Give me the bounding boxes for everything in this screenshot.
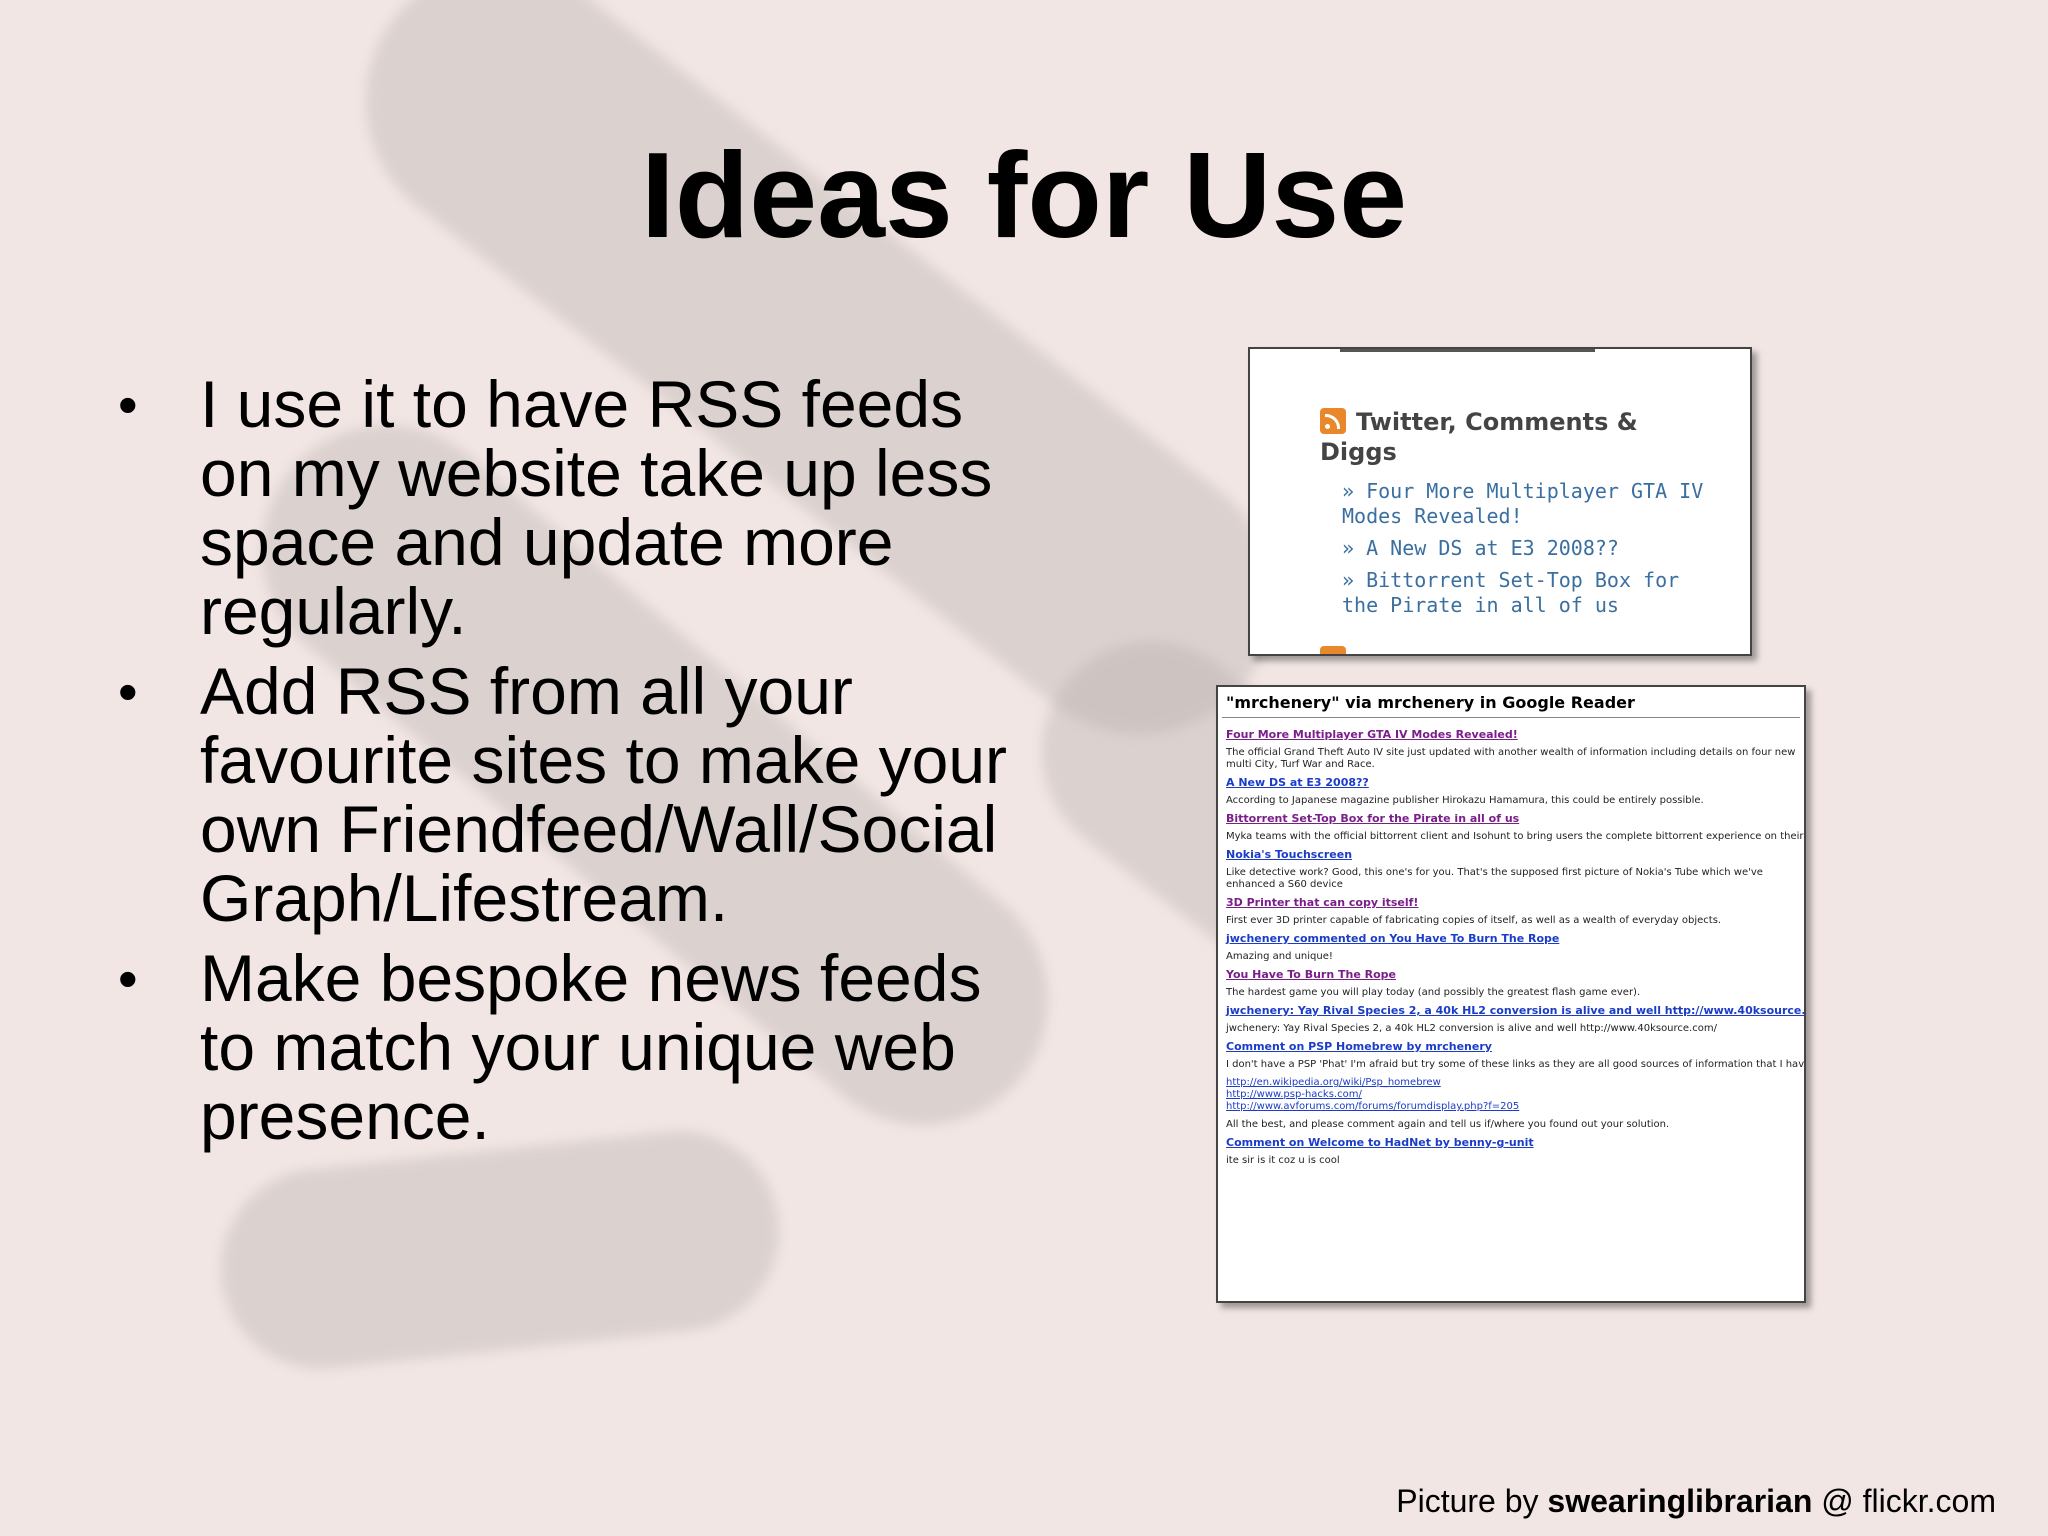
entry-link: http://www.avforums.com/forums/forumdisp… <box>1226 1101 1520 1112</box>
widget-items: » Four More Multiplayer GTA IV Modes Rev… <box>1342 479 1722 625</box>
bullet-item: • Add RSS from all your favourite sites … <box>118 657 1038 933</box>
rss-feed-icon <box>1320 408 1346 434</box>
widget-item: » Bittorrent Set-Top Box for the Pirate … <box>1342 568 1680 617</box>
entry-title: You Have To Burn The Rope <box>1226 968 1396 981</box>
bullet-text: Make bespoke news feeds to match your un… <box>200 941 982 1153</box>
entry-body: jwchenery: Yay Rival Species 2, a 40k HL… <box>1226 1023 1717 1034</box>
reader-title: "mrchenery" via mrchenery in Google Read… <box>1226 693 1635 712</box>
entry-title: A New DS at E3 2008?? <box>1226 776 1369 789</box>
bullet-item: • Make bespoke news feeds to match your … <box>118 944 1038 1151</box>
entry-body: Myka teams with the official bittorrent … <box>1226 831 1806 842</box>
entry-title: 3D Printer that can copy itself! <box>1226 896 1419 909</box>
rss-feed-icon <box>1320 646 1346 654</box>
entry-body: The official Grand Theft Auto IV site ju… <box>1226 747 1796 770</box>
widget-heading: Twitter, Comments & Diggs <box>1320 407 1680 467</box>
slide-title: Ideas for Use <box>640 127 1408 263</box>
entry-body: ite sir is it coz u is cool <box>1226 1155 1340 1166</box>
entry-link: http://en.wikipedia.org/wiki/Psp_homebre… <box>1226 1077 1441 1088</box>
entry-link: http://www.psp-hacks.com/ <box>1226 1089 1362 1100</box>
entry-title: Comment on Welcome to HadNet by benny-g-… <box>1226 1136 1534 1149</box>
entry-body: I don't have a PSP 'Phat' I'm afraid but… <box>1226 1059 1806 1070</box>
entry-body: The hardest game you will play today (an… <box>1226 987 1641 998</box>
entry-title: Comment on PSP Homebrew by mrchenery <box>1226 1040 1492 1053</box>
entry-title: jwchenery commented on You Have To Burn … <box>1226 932 1560 945</box>
entry-title: jwchenery: Yay Rival Species 2, a 40k HL… <box>1226 1004 1806 1017</box>
divider <box>1340 349 1595 352</box>
entry-body: Like detective work? Good, this one's fo… <box>1226 867 1763 890</box>
rss-widget-screenshot: Twitter, Comments & Diggs » Four More Mu… <box>1248 347 1752 656</box>
entry-body: According to Japanese magazine publisher… <box>1226 795 1704 806</box>
bullet-marker: • <box>118 947 138 1010</box>
bullet-list: • I use it to have RSS feeds on my websi… <box>118 370 1038 1162</box>
picture-credit: Picture by swearinglibrarian @ flickr.co… <box>1396 1483 1996 1520</box>
reader-entries: Four More Multiplayer GTA IV Modes Revea… <box>1226 723 1806 1172</box>
entry-body: All the best, and please comment again a… <box>1226 1119 1670 1130</box>
entry-body: Amazing and unique! <box>1226 951 1333 962</box>
divider <box>1222 717 1800 718</box>
entry-links: http://en.wikipedia.org/wiki/Psp_homebre… <box>1226 1077 1804 1113</box>
bullet-marker: • <box>118 373 138 436</box>
bullet-text: I use it to have RSS feeds on my website… <box>200 367 993 648</box>
entry-title: Bittorrent Set-Top Box for the Pirate in… <box>1226 812 1520 825</box>
widget-item: » A New DS at E3 2008?? <box>1342 536 1619 560</box>
widget-item: » Four More Multiplayer GTA IV Modes Rev… <box>1342 479 1704 528</box>
widget-heading-text: Twitter, Comments & Diggs <box>1320 408 1638 466</box>
credit-suffix: @ flickr.com <box>1812 1483 1996 1519</box>
entry-title: Nokia's Touchscreen <box>1226 848 1353 861</box>
google-reader-screenshot: "mrchenery" via mrchenery in Google Read… <box>1216 685 1806 1303</box>
bullet-text: Add RSS from all your favourite sites to… <box>200 654 1008 935</box>
bullet-marker: • <box>118 660 138 723</box>
credit-author: swearinglibrarian <box>1547 1483 1813 1519</box>
entry-title: Four More Multiplayer GTA IV Modes Revea… <box>1226 728 1518 741</box>
bullet-item: • I use it to have RSS feeds on my websi… <box>118 370 1038 646</box>
credit-prefix: Picture by <box>1396 1483 1548 1519</box>
entry-body: First ever 3D printer capable of fabrica… <box>1226 915 1722 926</box>
